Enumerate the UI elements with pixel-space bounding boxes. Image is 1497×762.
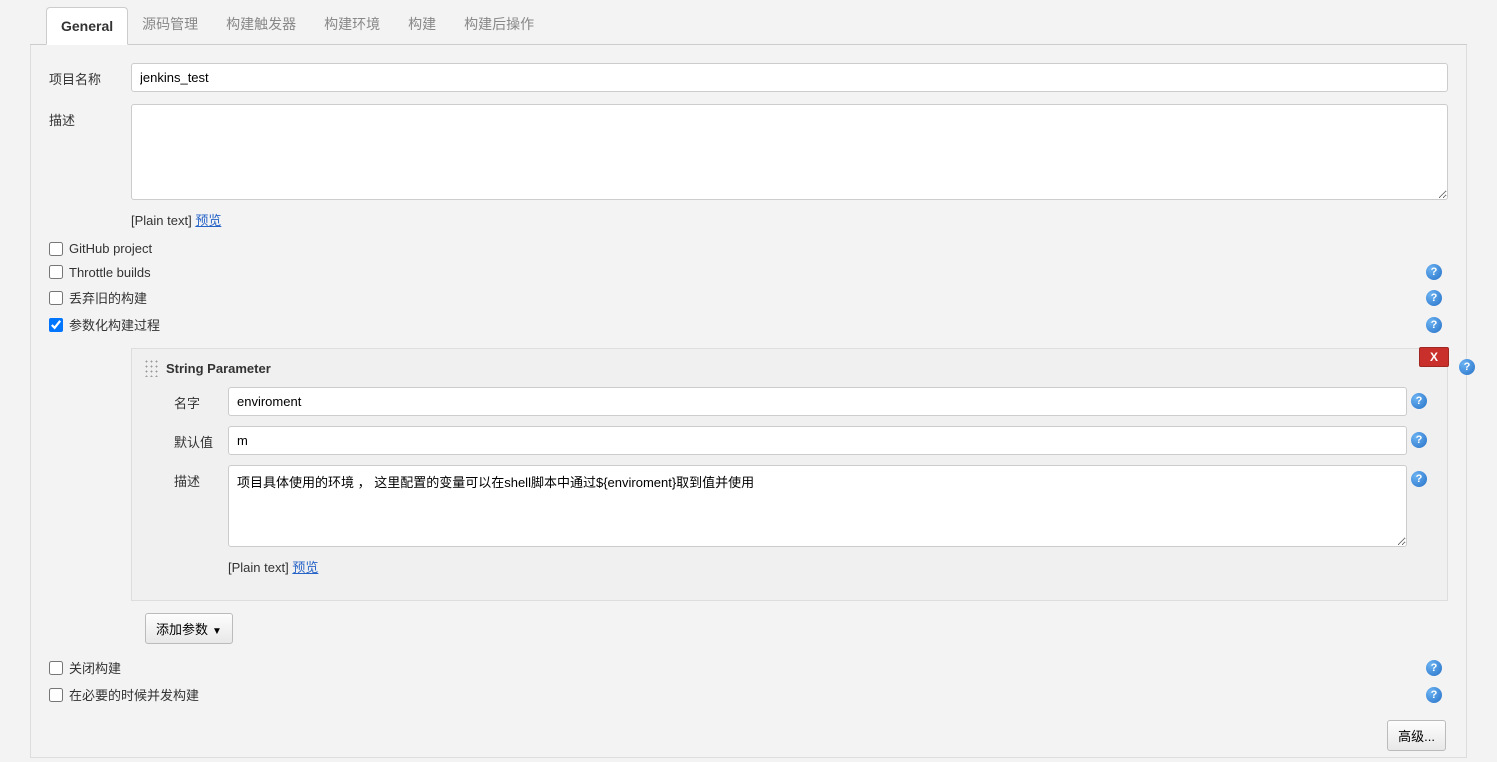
discard-old-checkbox[interactable] <box>49 291 63 305</box>
concurrent-build-label: 在必要的时候并发构建 <box>69 685 199 704</box>
param-preview-link[interactable]: 预览 <box>292 560 318 575</box>
tab-general[interactable]: General <box>46 7 128 45</box>
project-name-input[interactable] <box>131 63 1448 92</box>
throttle-builds-label: Throttle builds <box>69 265 151 280</box>
help-icon[interactable]: ? <box>1426 687 1442 703</box>
discard-old-label: 丢弃旧的构建 <box>69 288 147 307</box>
tab-post[interactable]: 构建后操作 <box>450 4 548 44</box>
help-icon[interactable]: ? <box>1459 359 1475 375</box>
string-parameter-block: X String Parameter ? 名字 ? <box>131 348 1448 601</box>
param-desc-label: 描述 <box>174 465 228 490</box>
add-parameter-button[interactable]: 添加参数▼ <box>145 613 233 644</box>
discard-old-option[interactable]: 丢弃旧的构建 <box>49 288 147 307</box>
plain-text-label: [Plain text] <box>228 560 289 575</box>
github-project-option[interactable]: GitHub project <box>49 241 152 256</box>
plain-text-label: [Plain text] <box>131 213 192 228</box>
concurrent-build-option[interactable]: 在必要的时候并发构建 <box>49 685 199 704</box>
help-icon[interactable]: ? <box>1426 317 1442 333</box>
project-name-label: 项目名称 <box>49 63 131 88</box>
help-icon[interactable]: ? <box>1426 290 1442 306</box>
parametrized-label: 参数化构建过程 <box>69 315 160 334</box>
github-project-checkbox[interactable] <box>49 242 63 256</box>
param-default-input[interactable] <box>228 426 1407 455</box>
disable-build-option[interactable]: 关闭构建 <box>49 658 121 677</box>
help-icon[interactable]: ? <box>1426 264 1442 280</box>
help-icon[interactable]: ? <box>1411 393 1427 409</box>
param-name-input[interactable] <box>228 387 1407 416</box>
parametrized-checkbox[interactable] <box>49 318 63 332</box>
project-desc-label: 描述 <box>49 104 131 129</box>
tab-source[interactable]: 源码管理 <box>128 4 212 44</box>
general-panel: 项目名称 描述 [Plain text] 预览 GitHub project <box>30 45 1467 758</box>
parametrized-option[interactable]: 参数化构建过程 <box>49 315 160 334</box>
preview-link[interactable]: 预览 <box>195 213 221 228</box>
tabs-bar: General 源码管理 构建触发器 构建环境 构建 构建后操作 <box>30 4 1467 45</box>
project-desc-textarea[interactable] <box>131 104 1448 200</box>
tab-triggers[interactable]: 构建触发器 <box>212 4 310 44</box>
disable-build-label: 关闭构建 <box>69 658 121 677</box>
help-icon[interactable]: ? <box>1426 660 1442 676</box>
parameter-type-label: String Parameter <box>166 361 271 376</box>
advanced-button[interactable]: 高级... <box>1387 720 1446 751</box>
throttle-builds-option[interactable]: Throttle builds <box>49 265 151 280</box>
chevron-down-icon: ▼ <box>212 626 222 637</box>
tab-env[interactable]: 构建环境 <box>310 4 394 44</box>
help-icon[interactable]: ? <box>1411 432 1427 448</box>
github-project-label: GitHub project <box>69 241 152 256</box>
param-default-label: 默认值 <box>174 426 228 451</box>
tab-build[interactable]: 构建 <box>394 4 450 44</box>
param-desc-textarea[interactable]: 项目具体使用的环境 ， 这里配置的变量可以在shell脚本中通过${enviro… <box>228 465 1407 547</box>
throttle-builds-checkbox[interactable] <box>49 265 63 279</box>
drag-handle-icon[interactable] <box>144 359 158 377</box>
param-name-label: 名字 <box>174 387 228 412</box>
disable-build-checkbox[interactable] <box>49 661 63 675</box>
concurrent-build-checkbox[interactable] <box>49 688 63 702</box>
help-icon[interactable]: ? <box>1411 471 1427 487</box>
